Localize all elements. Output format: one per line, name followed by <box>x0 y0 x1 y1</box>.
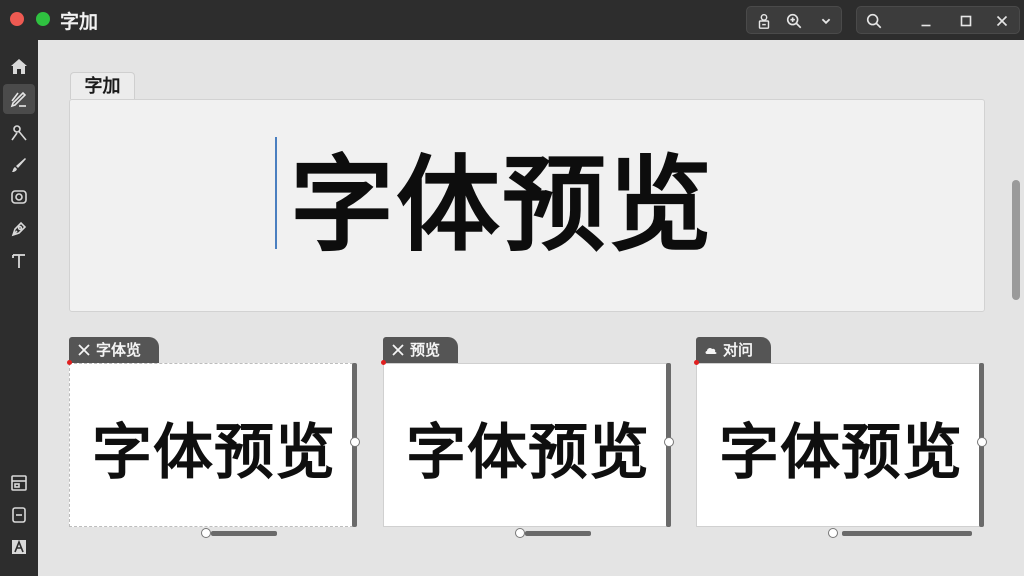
minimize-icon[interactable] <box>915 10 937 32</box>
preview-card-1[interactable]: 字体览 字体预览 <box>67 337 360 538</box>
home-icon <box>11 59 27 74</box>
resize-handle-right[interactable] <box>977 437 987 447</box>
sidebar-item-text-tool[interactable] <box>3 246 35 276</box>
card-tab-label: 预览 <box>410 341 441 359</box>
pen-edit-icon <box>10 91 27 108</box>
title-bar: 字加 <box>0 0 1024 40</box>
preview-card-3[interactable]: 对问 字体预览 <box>694 337 987 538</box>
sidebar-item-tools[interactable] <box>3 118 35 148</box>
tools-icon <box>11 125 27 141</box>
search-icon[interactable] <box>863 10 885 32</box>
main-canvas: 字加 字体预览 字体览 字体预览 预览 字体预览 对问 字体预览 <box>38 40 1024 576</box>
document-icon <box>12 507 26 523</box>
close-icon[interactable] <box>991 10 1013 32</box>
card-tab[interactable]: 预览 <box>383 337 459 363</box>
app-title: 字加 <box>60 11 99 33</box>
sidebar-item-pen-nib[interactable] <box>3 214 35 244</box>
text-caret <box>275 137 277 249</box>
card-body[interactable]: 字体预览 <box>69 363 353 527</box>
close-icon <box>392 344 404 356</box>
card-preview-text: 字体预览 <box>719 418 963 488</box>
chevron-down-icon[interactable] <box>815 10 837 32</box>
horizontal-scrollbar[interactable] <box>211 531 277 536</box>
text-tool-icon <box>12 254 25 268</box>
maximize-icon[interactable] <box>955 10 977 32</box>
editor-tab[interactable]: 字加 <box>70 72 135 99</box>
sidebar-item-home[interactable] <box>3 52 35 82</box>
card-tab[interactable]: 字体览 <box>69 337 160 363</box>
card-body[interactable]: 字体预览 <box>383 363 667 527</box>
font-preview-editor[interactable]: 字体预览 <box>69 99 985 312</box>
layout-icon <box>11 475 27 491</box>
selection-anchor <box>694 360 699 365</box>
sidebar-item-camera[interactable] <box>3 182 35 212</box>
selection-anchor <box>381 360 386 365</box>
zoom-window-button[interactable] <box>36 12 50 26</box>
user-clipboard-icon[interactable] <box>753 10 775 32</box>
horizontal-scrollbar[interactable] <box>842 531 972 536</box>
resize-handle-bottom[interactable] <box>515 528 525 538</box>
horizontal-scrollbar[interactable] <box>525 531 591 536</box>
card-preview-text: 字体预览 <box>92 418 336 488</box>
card-tab[interactable]: 对问 <box>696 337 772 363</box>
close-icon <box>78 344 90 356</box>
card-tab-label: 字体览 <box>96 341 142 359</box>
resize-handle-right[interactable] <box>664 437 674 447</box>
card-tab-label: 对问 <box>723 341 754 359</box>
sidebar-item-brush[interactable] <box>3 150 35 180</box>
tool-sidebar <box>0 40 38 576</box>
sidebar-item-pen-edit[interactable] <box>3 84 35 114</box>
sidebar-item-document[interactable] <box>3 500 35 530</box>
close-window-button[interactable] <box>10 12 24 26</box>
toolbar-group-view <box>746 6 842 34</box>
zoom-icon[interactable] <box>783 10 805 32</box>
resize-handle-bottom[interactable] <box>828 528 838 538</box>
resize-handle-right[interactable] <box>350 437 360 447</box>
font-a-icon <box>12 539 26 554</box>
selection-anchor <box>67 360 72 365</box>
card-body[interactable]: 字体预览 <box>696 363 980 527</box>
card-preview-text: 字体预览 <box>406 418 650 488</box>
sidebar-item-font[interactable] <box>3 532 35 562</box>
brush-icon <box>12 158 26 172</box>
preview-text[interactable]: 字体预览 <box>290 120 714 271</box>
preview-card-2[interactable]: 预览 字体预览 <box>381 337 674 538</box>
camera-icon <box>11 190 27 204</box>
cloud-icon <box>705 347 717 354</box>
toolbar-group-window <box>856 6 1020 34</box>
resize-handle-bottom[interactable] <box>201 528 211 538</box>
main-scrollbar-thumb[interactable] <box>1012 180 1020 300</box>
sidebar-item-layout[interactable] <box>3 468 35 498</box>
pen-nib-icon <box>11 221 27 237</box>
